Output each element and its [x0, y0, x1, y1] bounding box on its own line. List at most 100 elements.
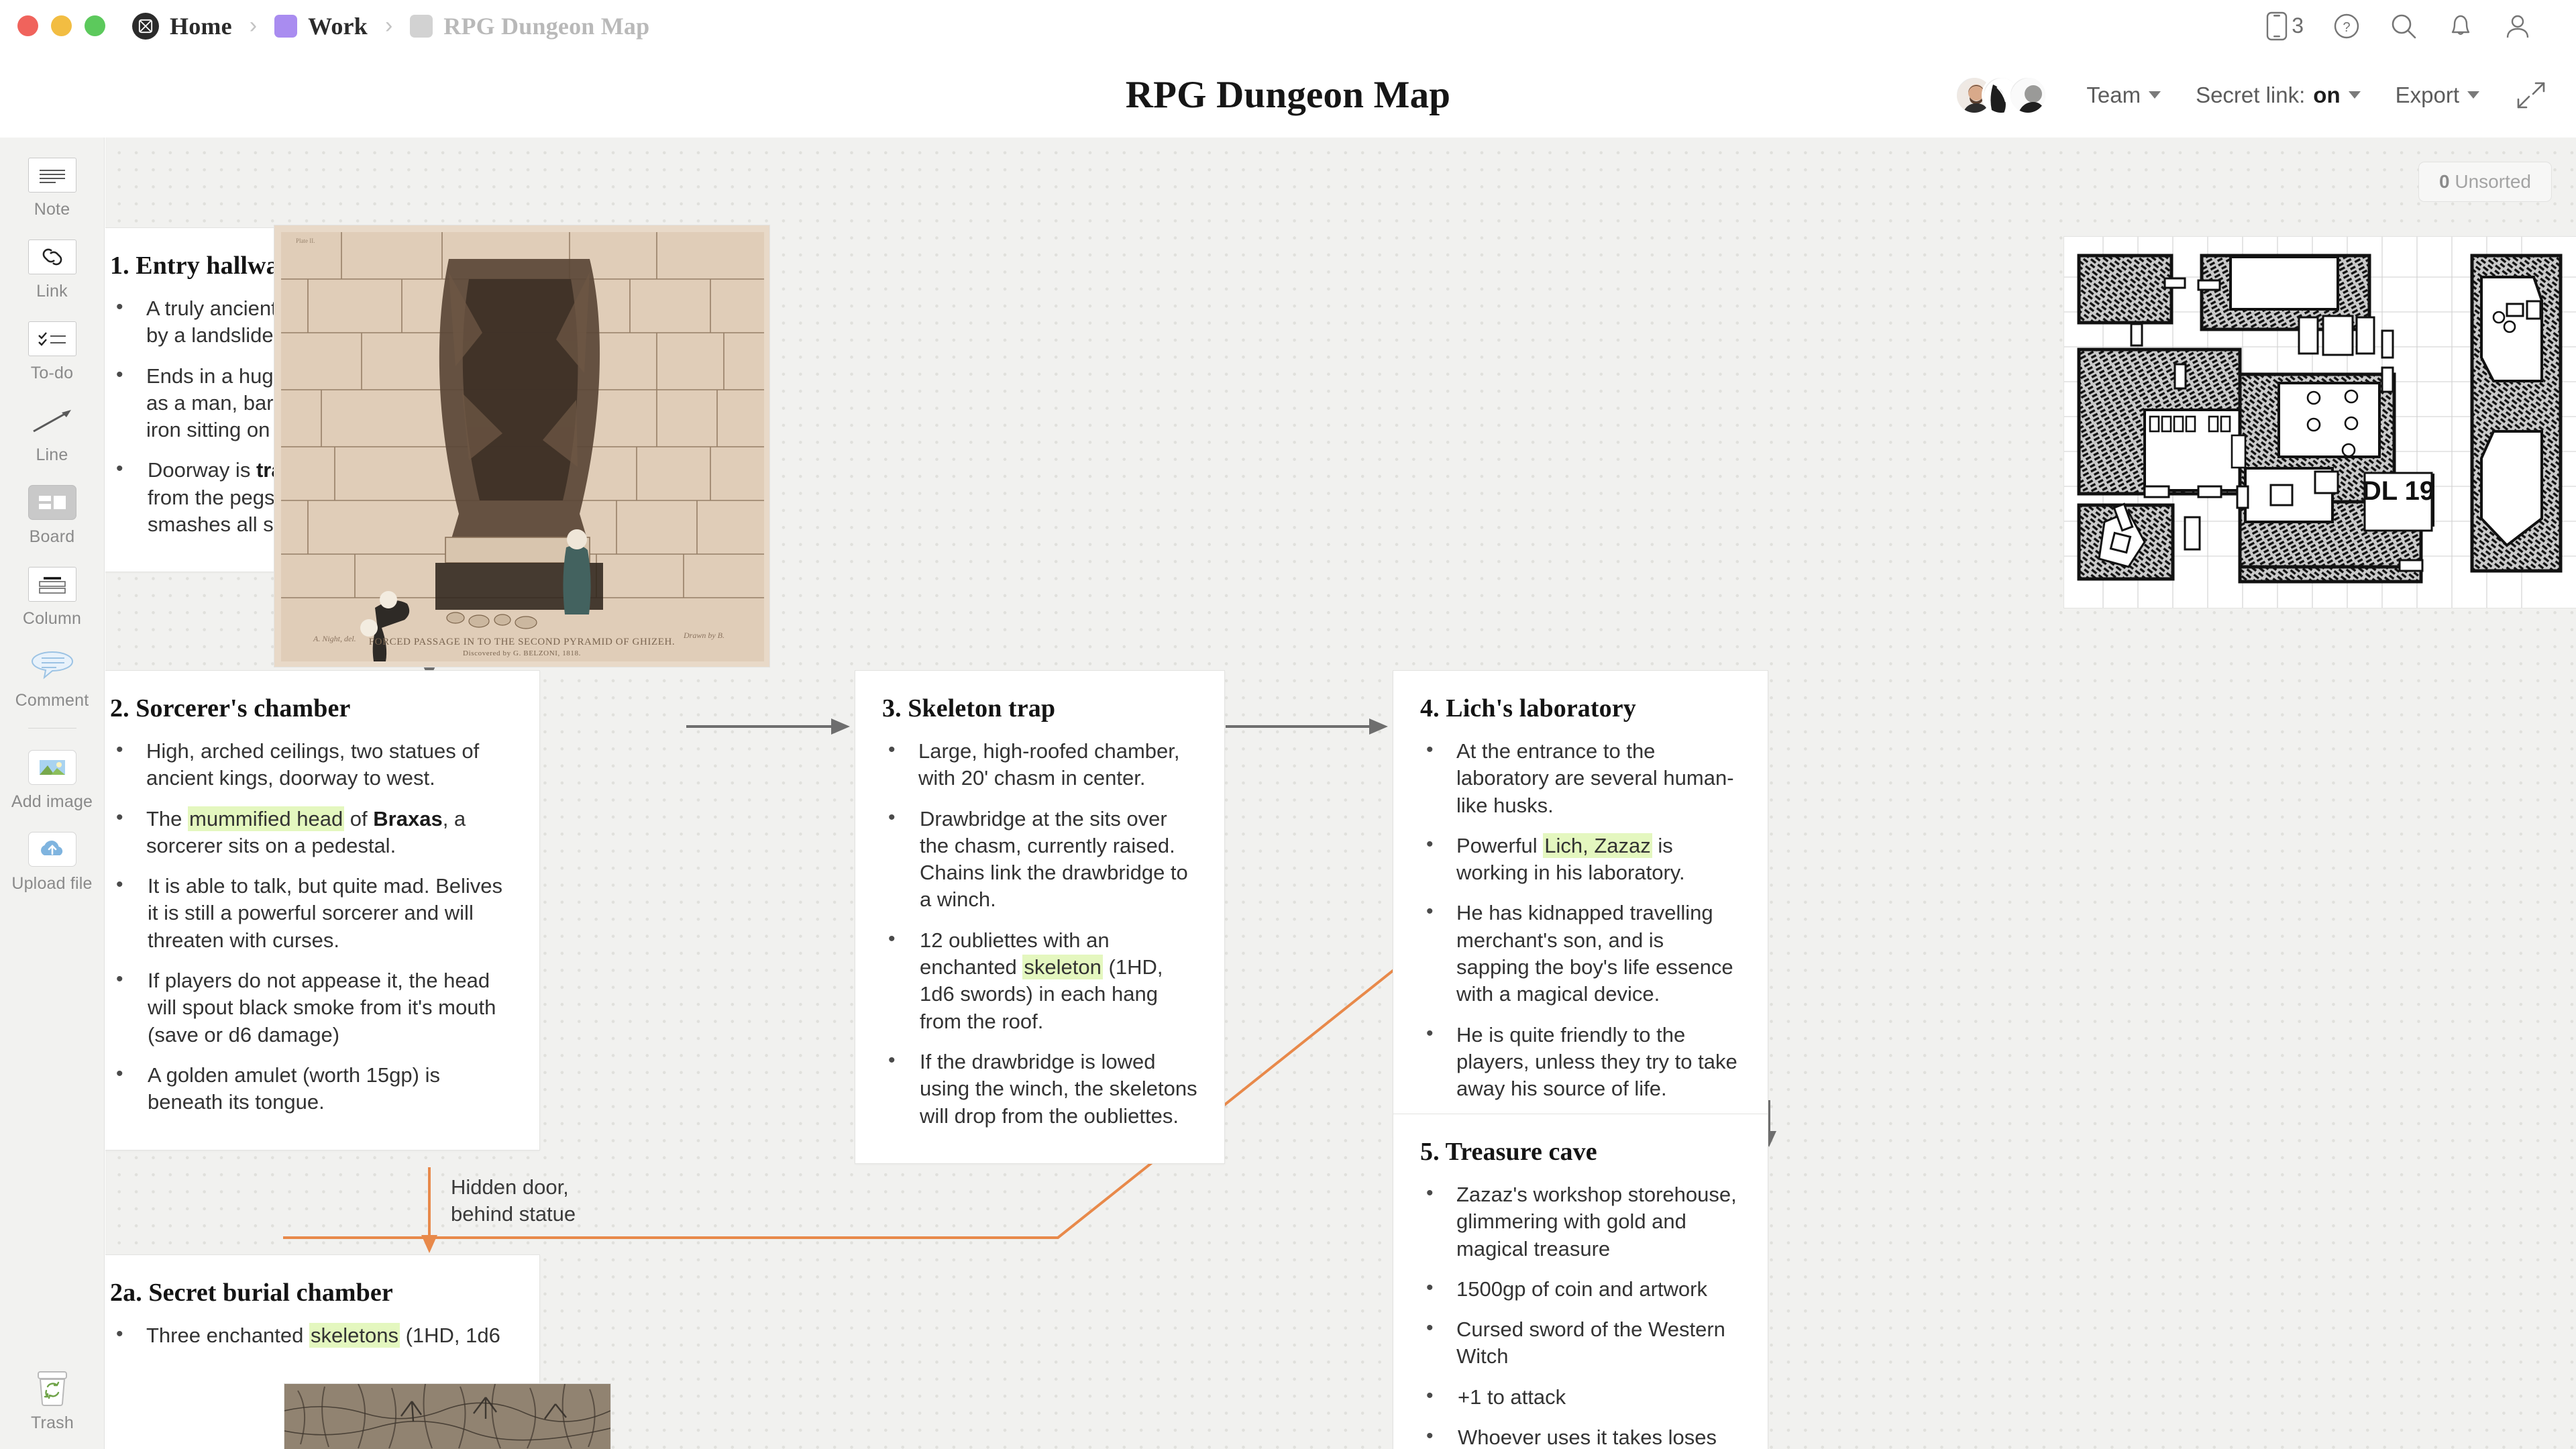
close-window-button[interactable] — [17, 15, 38, 36]
milanote-logo-icon — [132, 12, 159, 40]
board-icon — [28, 485, 76, 520]
breadcrumb-label-work: Work — [308, 12, 368, 40]
breadcrumb-separator: › — [249, 13, 258, 38]
card-title: 2a. Secret burial chamber — [110, 1279, 393, 1307]
export-dropdown[interactable]: Export — [2378, 83, 2497, 108]
breadcrumb-item-current[interactable]: RPG Dungeon Map — [410, 12, 649, 40]
sidebar-label-upload-file: Upload file — [11, 874, 93, 893]
card-body: At the entrance to the laboratory are se… — [1420, 737, 1741, 1103]
phone-icon — [2267, 11, 2288, 40]
chevron-down-icon — [2467, 91, 2479, 99]
sidebar-item-todo[interactable]: To-do — [0, 301, 105, 383]
line-arrow-icon — [28, 405, 76, 437]
sidebar-label-board: Board — [29, 527, 75, 546]
sidebar-label-line: Line — [36, 445, 68, 464]
list-item: Whoever uses it takes loses 1d4 Wisdom e… — [1420, 1423, 1741, 1449]
list-item: If the drawbridge is lowed using the win… — [882, 1047, 1197, 1130]
image-rock-texture-photo[interactable] — [284, 1383, 611, 1449]
card-sorcerers-chamber[interactable]: 2. Sorcerer's chamber High, arched ceili… — [105, 670, 540, 1150]
list-item: Three enchanted skeletons (1HD, 1d6 — [110, 1321, 513, 1349]
notifications-button[interactable] — [2432, 12, 2489, 40]
card-body: Three enchanted skeletons (1HD, 1d6 — [110, 1321, 513, 1349]
sidebar-item-trash[interactable]: Trash — [0, 1370, 105, 1433]
secret-link-label: Secret link: — [2196, 82, 2306, 107]
account-icon — [2506, 15, 2529, 38]
zoom-window-button[interactable] — [85, 15, 105, 36]
card-body: Large, high-roofed chamber, with 20' cha… — [882, 737, 1197, 1130]
list-item: Zazaz's workshop storehouse, glimmering … — [1420, 1180, 1741, 1263]
add-image-icon — [28, 750, 76, 785]
phone-button[interactable]: 3 — [2251, 11, 2318, 41]
engraving-plate: Plate II. A. Night, del. Drawn by B. — [281, 232, 764, 661]
image-pyramid-engraving[interactable]: Plate II. A. Night, del. Drawn by B. FOR… — [274, 225, 770, 667]
list-item: High, arched ceilings, two statues of an… — [110, 737, 513, 792]
list-item: At the entrance to the laboratory are se… — [1420, 737, 1741, 819]
team-label: Team — [2086, 82, 2141, 107]
collaborator-avatars[interactable] — [1955, 75, 2048, 115]
list-item: A golden amulet (worth 15gp) is beneath … — [110, 1061, 513, 1116]
sidebar-item-upload-file[interactable]: Upload file — [0, 812, 105, 894]
link-icon — [28, 239, 76, 274]
page-title[interactable]: RPG Dungeon Map — [1126, 73, 1450, 117]
chevron-down-icon — [2149, 91, 2161, 99]
sidebar-item-line[interactable]: Line — [0, 383, 105, 465]
card-skeleton-trap[interactable]: 3. Skeleton trap Large, high-roofed cham… — [855, 670, 1225, 1164]
window-title-bar: Home › Work › RPG Dungeon Map 3 ? — [0, 0, 2576, 52]
sidebar-item-comment[interactable]: Comment — [0, 629, 105, 710]
notifications-icon — [2451, 15, 2470, 35]
search-button[interactable] — [2375, 12, 2432, 40]
tool-sidebar: Note Link To-do Line Board Column Commen… — [0, 138, 105, 1449]
engraving-illustration: Plate II. A. Night, del. Drawn by B. — [281, 232, 764, 661]
account-button[interactable] — [2489, 12, 2546, 40]
team-dropdown[interactable]: Team — [2069, 83, 2178, 108]
list-item: Drawbridge at the sits over the chasm, c… — [882, 804, 1197, 914]
document-header: RPG Dungeon Map Team Secret link: on Exp… — [0, 52, 2576, 138]
chevron-down-icon — [2348, 91, 2361, 99]
help-button[interactable]: ? — [2318, 13, 2375, 40]
breadcrumb-label-home: Home — [170, 12, 232, 40]
card-body: High, arched ceilings, two statues of an… — [110, 737, 513, 1116]
hidden-door-line-2: behind statue — [451, 1202, 576, 1226]
sidebar-item-note[interactable]: Note — [0, 138, 105, 219]
hidden-door-line-1: Hidden door, — [451, 1175, 569, 1199]
help-icon: ? — [2334, 13, 2359, 38]
list-item: It is able to talk, but quite mad. Beliv… — [110, 871, 513, 954]
breadcrumb: Home › Work › RPG Dungeon Map — [132, 12, 649, 40]
list-item: He has kidnapped travelling merchant's s… — [1420, 898, 1741, 1008]
sidebar-item-link[interactable]: Link — [0, 219, 105, 301]
card-title: 5. Treasure cave — [1420, 1138, 1597, 1166]
sidebar-label-add-image: Add image — [11, 792, 93, 811]
grey-square-icon — [410, 14, 433, 38]
sidebar-item-board[interactable]: Board — [0, 465, 105, 547]
card-title: 3. Skeleton trap — [882, 694, 1056, 722]
sidebar-label-column: Column — [22, 609, 82, 628]
rock-texture-illustration — [284, 1384, 610, 1449]
sidebar-item-column[interactable]: Column — [0, 547, 105, 629]
engraving-caption-line1: FORCED PASSAGE IN TO THE SECOND PYRAMID … — [368, 637, 676, 647]
top-bar-actions: 3 ? — [2251, 11, 2546, 41]
svg-text:Plate II.: Plate II. — [296, 237, 315, 244]
secret-link-dropdown[interactable]: Secret link: on — [2178, 83, 2378, 108]
breadcrumb-item-home[interactable]: Home — [132, 12, 232, 40]
sidebar-label-trash: Trash — [31, 1413, 74, 1432]
sidebar-item-add-image[interactable]: Add image — [0, 730, 105, 812]
board-canvas[interactable]: 0 Unsorted 1. Entry hallway A truly anci… — [105, 138, 2576, 1449]
list-item: Cursed sword of the Western Witch — [1420, 1315, 1741, 1371]
fullscreen-button[interactable] — [2497, 79, 2546, 111]
minimize-window-button[interactable] — [51, 15, 72, 36]
column-icon — [28, 567, 76, 602]
list-item: He is quite friendly to the players, unl… — [1420, 1020, 1741, 1103]
breadcrumb-item-work[interactable]: Work — [274, 12, 368, 40]
list-item: If players do not appease it, the head w… — [110, 966, 513, 1049]
hidden-door-note[interactable]: Hidden door, behind statue — [451, 1174, 576, 1228]
image-dungeon-floorplan[interactable]: DL 19 — [2063, 236, 2576, 608]
window-traffic-lights — [17, 15, 105, 36]
search-icon — [2392, 14, 2416, 38]
card-treasure-cave[interactable]: 5. Treasure cave Zazaz's workshop storeh… — [1393, 1114, 1768, 1449]
card-lichs-laboratory[interactable]: 4. Lich's laboratory At the entrance to … — [1393, 670, 1768, 1137]
purple-square-icon — [274, 14, 298, 38]
sidebar-label-note: Note — [34, 200, 70, 219]
floorplan-label: DL 19 — [2362, 476, 2434, 506]
avatar[interactable] — [2008, 75, 2048, 115]
sidebar-label-todo: To-do — [30, 364, 74, 382]
